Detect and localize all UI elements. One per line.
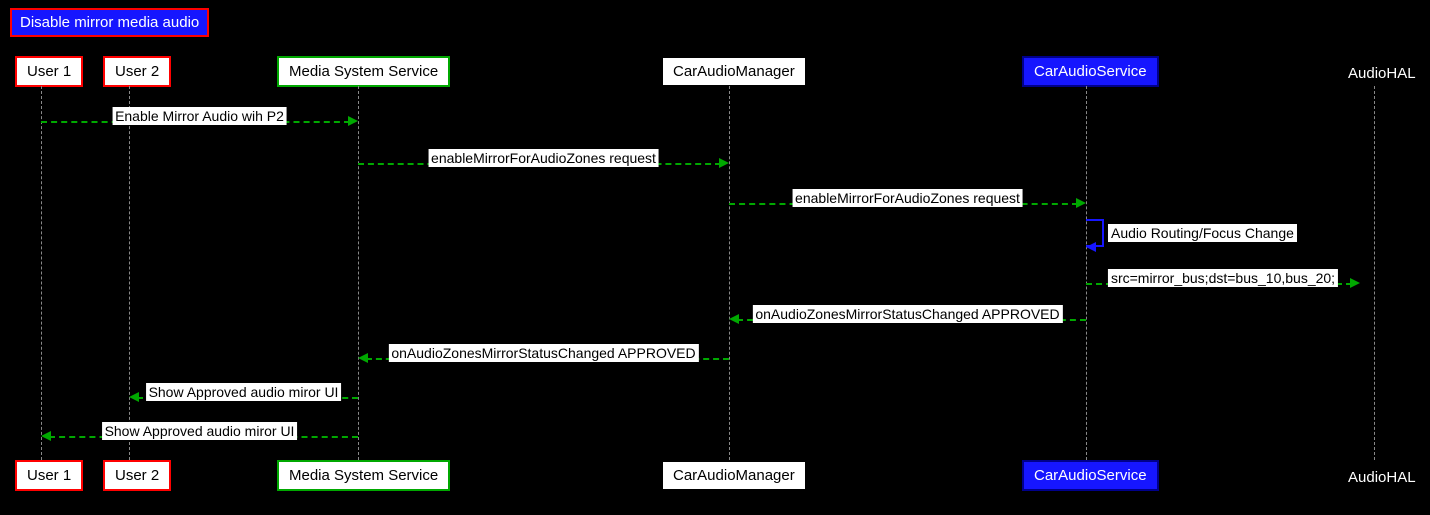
arrow-head-icon (41, 431, 51, 441)
lifeline-car-audio-svc (1086, 86, 1087, 460)
arrow-head-icon (358, 353, 368, 363)
arrow-head-icon (129, 392, 139, 402)
participant-car-audio-svc-bottom: CarAudioService (1022, 460, 1159, 491)
participant-user1-bottom: User 1 (15, 460, 83, 491)
arrow-head-icon (1076, 198, 1086, 208)
lifeline-audio-hal (1374, 86, 1375, 460)
message-label: enableMirrorForAudioZones request (428, 149, 659, 167)
message-label: onAudioZonesMirrorStatusChanged APPROVED (752, 305, 1062, 323)
participant-user2-bottom: User 2 (103, 460, 171, 491)
message-label: src=mirror_bus;dst=bus_10,bus_20; (1108, 269, 1338, 287)
message-label: Audio Routing/Focus Change (1108, 224, 1297, 242)
participant-user1-top: User 1 (15, 56, 83, 87)
lifeline-user2 (129, 86, 130, 460)
participant-audio-hal-top: AudioHAL (1338, 60, 1426, 87)
arrow-head-icon (1350, 278, 1360, 288)
participant-car-audio-mgr-bottom: CarAudioManager (661, 460, 807, 491)
message-label: Show Approved audio miror UI (102, 422, 298, 440)
lifeline-car-audio-mgr (729, 86, 730, 460)
arrow-head-icon (348, 116, 358, 126)
message-label: enableMirrorForAudioZones request (792, 189, 1023, 207)
lifeline-user1 (41, 86, 42, 460)
lifeline-media-system (358, 86, 359, 460)
diagram-title: Disable mirror media audio (10, 8, 209, 37)
participant-car-audio-mgr-top: CarAudioManager (661, 56, 807, 87)
arrow-head-icon (1086, 242, 1096, 252)
message-label: Enable Mirror Audio wih P2 (112, 107, 287, 125)
participant-media-system-bottom: Media System Service (277, 460, 450, 491)
message-label: Show Approved audio miror UI (146, 383, 342, 401)
participant-media-system-top: Media System Service (277, 56, 450, 87)
participant-audio-hal-bottom: AudioHAL (1338, 464, 1426, 491)
message-label: onAudioZonesMirrorStatusChanged APPROVED (388, 344, 698, 362)
arrow-head-icon (729, 314, 739, 324)
participant-user2-top: User 2 (103, 56, 171, 87)
participant-car-audio-svc-top: CarAudioService (1022, 56, 1159, 87)
arrow-head-icon (719, 158, 729, 168)
